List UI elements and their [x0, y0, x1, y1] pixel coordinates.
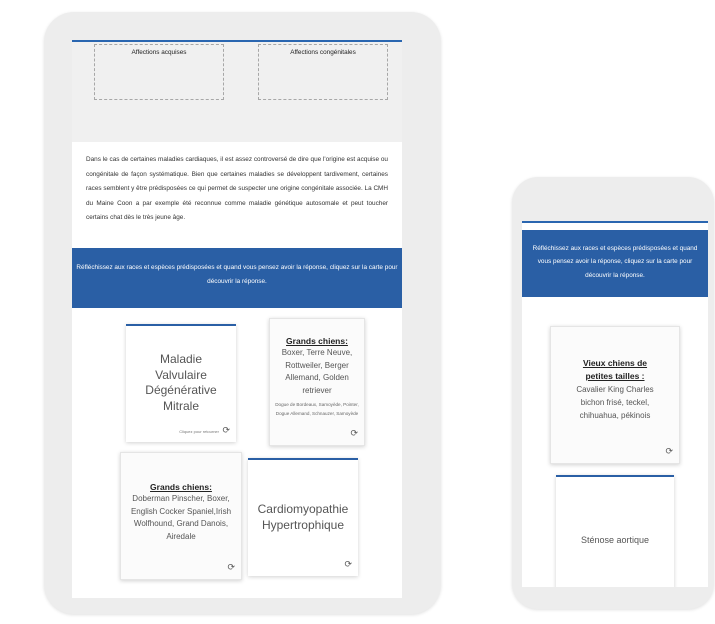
card-back-text: Doberman Pinscher, Boxer, English Cocker… — [130, 494, 232, 541]
flip-icon: ⟳ — [222, 425, 230, 435]
acquired-affections-box[interactable]: Affections acquises — [94, 44, 224, 100]
phone-screen: Réfléchissez aux races et espèces prédis… — [522, 221, 708, 587]
card-title: Cardiomyopathie Hypertrophique — [257, 502, 349, 532]
card-title: Maladie Valvulaire Dégénérative Mitrale — [145, 352, 217, 413]
phone-frame: Réfléchissez aux races et espèces prédis… — [512, 177, 714, 609]
card-back-title: Grands chiens: — [286, 336, 348, 346]
flip-card-mvd[interactable]: Maladie Valvulaire Dégénérative Mitrale … — [126, 324, 236, 442]
flip-hint: Cliquez pour retourner — [179, 429, 219, 434]
instruction-banner: Réfléchissez aux races et espèces prédis… — [72, 248, 402, 308]
card-back-text: Boxer, Terre Neuve, Rottweiler, Berger A… — [281, 348, 353, 395]
card-back-text: Cavalier King Charles bichon frisé, teck… — [576, 385, 654, 420]
congenital-affections-box[interactable]: Affections congénitales — [258, 44, 388, 100]
flip-card-large-dogs-2[interactable]: Grands chiens: Doberman Pinscher, Boxer,… — [120, 452, 242, 580]
card-back-title: Grands chiens: — [150, 482, 212, 492]
classification-section: Affections acquises Affections congénita… — [72, 40, 402, 142]
instruction-banner: Réfléchissez aux races et espèces prédis… — [522, 230, 708, 297]
flip-icon: ⟳ — [227, 562, 235, 572]
flip-card-hcm[interactable]: Cardiomyopathie Hypertrophique ⟳ — [248, 458, 358, 576]
tablet-frame: Affections acquises Affections congénita… — [44, 12, 441, 614]
instruction-text: Réfléchissez aux races et espèces prédis… — [532, 245, 698, 279]
acquired-affections-label: Affections acquises — [131, 49, 187, 56]
flip-icon: ⟳ — [665, 446, 673, 456]
flip-icon: ⟳ — [344, 559, 352, 569]
flip-card-small-dogs[interactable]: Vieux chiens de petites tailles : Cavali… — [550, 326, 680, 464]
intro-paragraph: Dans le cas de certaines maladies cardia… — [86, 156, 388, 221]
flip-card-aortic-stenosis[interactable]: Sténose aortique — [556, 475, 674, 587]
flip-card-large-dogs-1[interactable]: Grands chiens: Boxer, Terre Neuve, Rottw… — [269, 318, 365, 446]
card-title: Sténose aortique — [580, 535, 650, 545]
flip-icon: ⟳ — [350, 428, 358, 438]
card-back-note: Dogue de Bordeaux, Samoyède, Pointer, Do… — [275, 402, 359, 416]
instruction-text: Réfléchissez aux races et espèces prédis… — [76, 264, 398, 285]
congenital-affections-label: Affections congénitales — [290, 49, 356, 56]
tablet-screen: Affections acquises Affections congénita… — [72, 40, 402, 598]
card-back-title: Vieux chiens de petites tailles : — [582, 358, 648, 381]
